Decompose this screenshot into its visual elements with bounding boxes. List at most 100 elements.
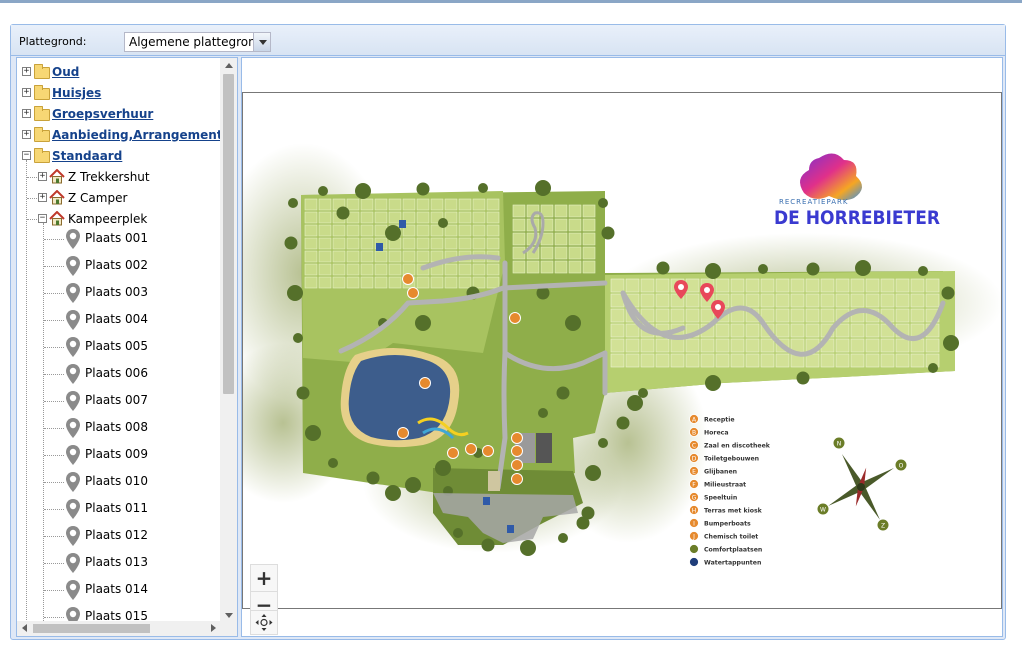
tree-branch [44, 374, 64, 375]
location-pin-icon [66, 337, 80, 357]
location-pin-icon [66, 445, 80, 465]
plattegrond-select[interactable]: Algemene plattegrond [124, 32, 271, 52]
tree-category-3[interactable]: + Aanbieding,Arrangement,Prijs [17, 125, 221, 146]
expand-icon[interactable]: + [38, 193, 47, 202]
chevron-down-icon[interactable] [253, 33, 270, 51]
location-pin-icon [66, 553, 80, 573]
tree-place-label[interactable]: Plaats 004 [85, 312, 148, 326]
tree-place-label[interactable]: Plaats 011 [85, 501, 148, 515]
legend-letter: I [693, 521, 695, 528]
tree-branch [44, 239, 64, 240]
zoom-in-button[interactable]: + [250, 564, 278, 592]
tree-branch [44, 293, 64, 294]
scroll-left-icon[interactable] [22, 624, 27, 632]
tree-place-label[interactable]: Plaats 012 [85, 528, 148, 542]
expand-icon[interactable]: + [22, 130, 31, 139]
tree-branch [44, 509, 64, 510]
legend-item-label: Watertappunten [704, 560, 761, 567]
expand-icon[interactable]: + [22, 88, 31, 97]
legend-letter: H [692, 508, 697, 515]
logo-big-text: DE HORREBIETER [774, 207, 940, 229]
tree-place-label[interactable]: Plaats 005 [85, 339, 148, 353]
tree-category-label[interactable]: Standaard [52, 149, 122, 163]
tree-branch [44, 266, 64, 267]
scroll-right-icon[interactable] [211, 624, 216, 632]
tree-place-item[interactable]: Plaats 007 [17, 388, 221, 415]
scroll-up-icon[interactable] [225, 63, 233, 68]
tree-category-0[interactable]: + Oud [17, 62, 221, 83]
map-area: A Receptie B Horeca C Zaal en discotheek D Toil… [241, 57, 1003, 637]
tree-category-2[interactable]: + Groepsverhuur [17, 104, 221, 125]
folder-icon [34, 148, 50, 163]
collapse-icon[interactable]: − [38, 214, 47, 223]
tree-subcategory-1[interactable]: + Z Camper [17, 188, 221, 209]
tree-content: + Oud + Huisjes + Groepsverhuur + Aanbie… [17, 58, 221, 623]
tree-place-item[interactable]: Plaats 013 [17, 550, 221, 577]
tree-place-label[interactable]: Plaats 013 [85, 555, 148, 569]
tree-place-item[interactable]: Plaats 005 [17, 334, 221, 361]
legend-letter: C [692, 443, 696, 450]
tree-category-label[interactable]: Oud [52, 65, 79, 79]
expand-icon[interactable]: + [38, 172, 47, 181]
folder-icon [34, 64, 50, 79]
legend-item-label: Receptie [704, 417, 735, 424]
compass-letter: Z [881, 523, 885, 530]
tree-place-label[interactable]: Plaats 006 [85, 366, 148, 380]
tree-branch [44, 536, 64, 537]
tree-place-item[interactable]: Plaats 003 [17, 280, 221, 307]
scroll-thumb-horizontal[interactable] [33, 624, 150, 633]
legend-item-label: Toiletgebouwen [704, 456, 759, 463]
tree-place-item[interactable]: Plaats 014 [17, 577, 221, 604]
tree-place-label[interactable]: Plaats 003 [85, 285, 148, 299]
tree-category-4[interactable]: − Standaard [17, 146, 221, 167]
tree-horizontal-scrollbar[interactable] [17, 621, 221, 636]
tree-category-label[interactable]: Groepsverhuur [52, 107, 153, 121]
category-tree: + Oud + Huisjes + Groepsverhuur + Aanbie… [16, 57, 238, 637]
legend-letter: G [692, 495, 697, 502]
expand-icon[interactable]: + [22, 67, 31, 76]
tree-place-label[interactable]: Plaats 002 [85, 258, 148, 272]
tree-place-label[interactable]: Plaats 008 [85, 420, 148, 434]
collapse-icon[interactable]: − [22, 151, 31, 160]
tree-category-label[interactable]: Huisjes [52, 86, 101, 100]
scroll-down-icon[interactable] [225, 613, 233, 618]
tree-branch [44, 401, 64, 402]
tree-category-1[interactable]: + Huisjes [17, 83, 221, 104]
plattegrond-label: Plattegrond: [19, 35, 87, 48]
park-map[interactable]: A Receptie B Horeca C Zaal en discotheek D Toil… [242, 92, 1002, 609]
location-pin-icon [66, 418, 80, 438]
tree-place-label[interactable]: Plaats 007 [85, 393, 148, 407]
pan-icon [255, 614, 273, 631]
tree-subcategory-label[interactable]: Z Trekkershut [68, 170, 150, 184]
tree-place-item[interactable]: Plaats 004 [17, 307, 221, 334]
tree-place-label[interactable]: Plaats 014 [85, 582, 148, 596]
tree-branch [44, 563, 64, 564]
tree-place-item[interactable]: Plaats 010 [17, 469, 221, 496]
tree-category-label[interactable]: Aanbieding,Arrangement,Prijs [52, 128, 221, 142]
tree-branch [44, 590, 64, 591]
park-map-image: A ReceptieB HorecaC Zaal en discotheekD Toil… [243, 143, 1001, 567]
tree-place-label[interactable]: Plaats 001 [85, 231, 148, 245]
tree-place-item[interactable]: Plaats 012 [17, 523, 221, 550]
legend-item-label: Comfortplaatsen [704, 547, 762, 554]
scroll-thumb[interactable] [223, 74, 234, 394]
tree-place-item[interactable]: Plaats 009 [17, 442, 221, 469]
tree-place-label[interactable]: Plaats 010 [85, 474, 148, 488]
legend-letter: E [692, 469, 696, 476]
legend-item-label: Glijbanen [704, 469, 737, 476]
tree-place-item[interactable]: Plaats 001 [17, 226, 221, 253]
pan-button[interactable] [250, 610, 278, 635]
tree-place-label[interactable]: Plaats 009 [85, 447, 148, 461]
tree-subcategory-label[interactable]: Kampeerplek [68, 212, 147, 226]
tree-place-item[interactable]: Plaats 006 [17, 361, 221, 388]
tree-place-item[interactable]: Plaats 011 [17, 496, 221, 523]
legend-item-label: Horeca [704, 430, 729, 437]
tree-subcategory-label[interactable]: Z Camper [68, 191, 127, 205]
tree-place-item[interactable]: Plaats 008 [17, 415, 221, 442]
location-pin-icon [66, 391, 80, 411]
expand-icon[interactable]: + [22, 109, 31, 118]
tree-subcategory-0[interactable]: + Z Trekkershut [17, 167, 221, 188]
tree-place-item[interactable]: Plaats 002 [17, 253, 221, 280]
tree-vertical-scrollbar[interactable] [220, 58, 237, 623]
compass-letter: W [820, 507, 826, 514]
